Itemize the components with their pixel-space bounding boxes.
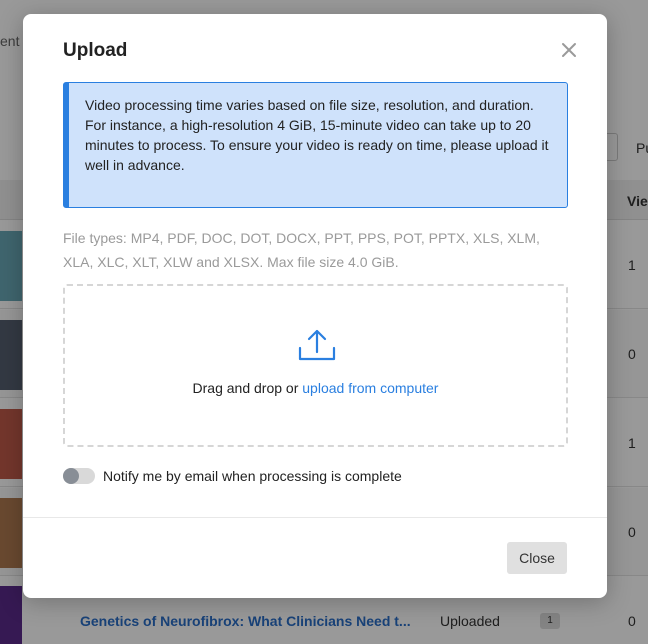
footer-divider [23,517,607,518]
notify-email-toggle[interactable] [63,468,95,484]
notify-label: Notify me by email when processing is co… [103,468,402,484]
toggle-knob [63,468,79,484]
processing-info-alert: Video processing time varies based on fi… [63,82,568,208]
dropzone-prefix: Drag and drop or [192,380,303,396]
close-button[interactable]: Close [507,542,567,574]
upload-from-computer-link[interactable]: upload from computer [302,380,438,396]
close-icon [562,43,576,57]
modal-title: Upload [63,40,128,61]
dropzone-text: Drag and drop or upload from computer [65,380,566,396]
upload-icon [298,329,336,361]
file-dropzone[interactable]: Drag and drop or upload from computer [63,284,568,447]
close-modal-button[interactable] [557,38,581,62]
notify-toggle-row: Notify me by email when processing is co… [63,466,402,486]
upload-modal: Upload Video processing time varies base… [23,14,607,598]
info-text-line2: For instance, a high-resolution 4 GiB, 1… [85,117,549,173]
info-text-line1: Video processing time varies based on fi… [85,97,534,113]
file-types-hint: File types: MP4, PDF, DOC, DOT, DOCX, PP… [63,230,540,270]
